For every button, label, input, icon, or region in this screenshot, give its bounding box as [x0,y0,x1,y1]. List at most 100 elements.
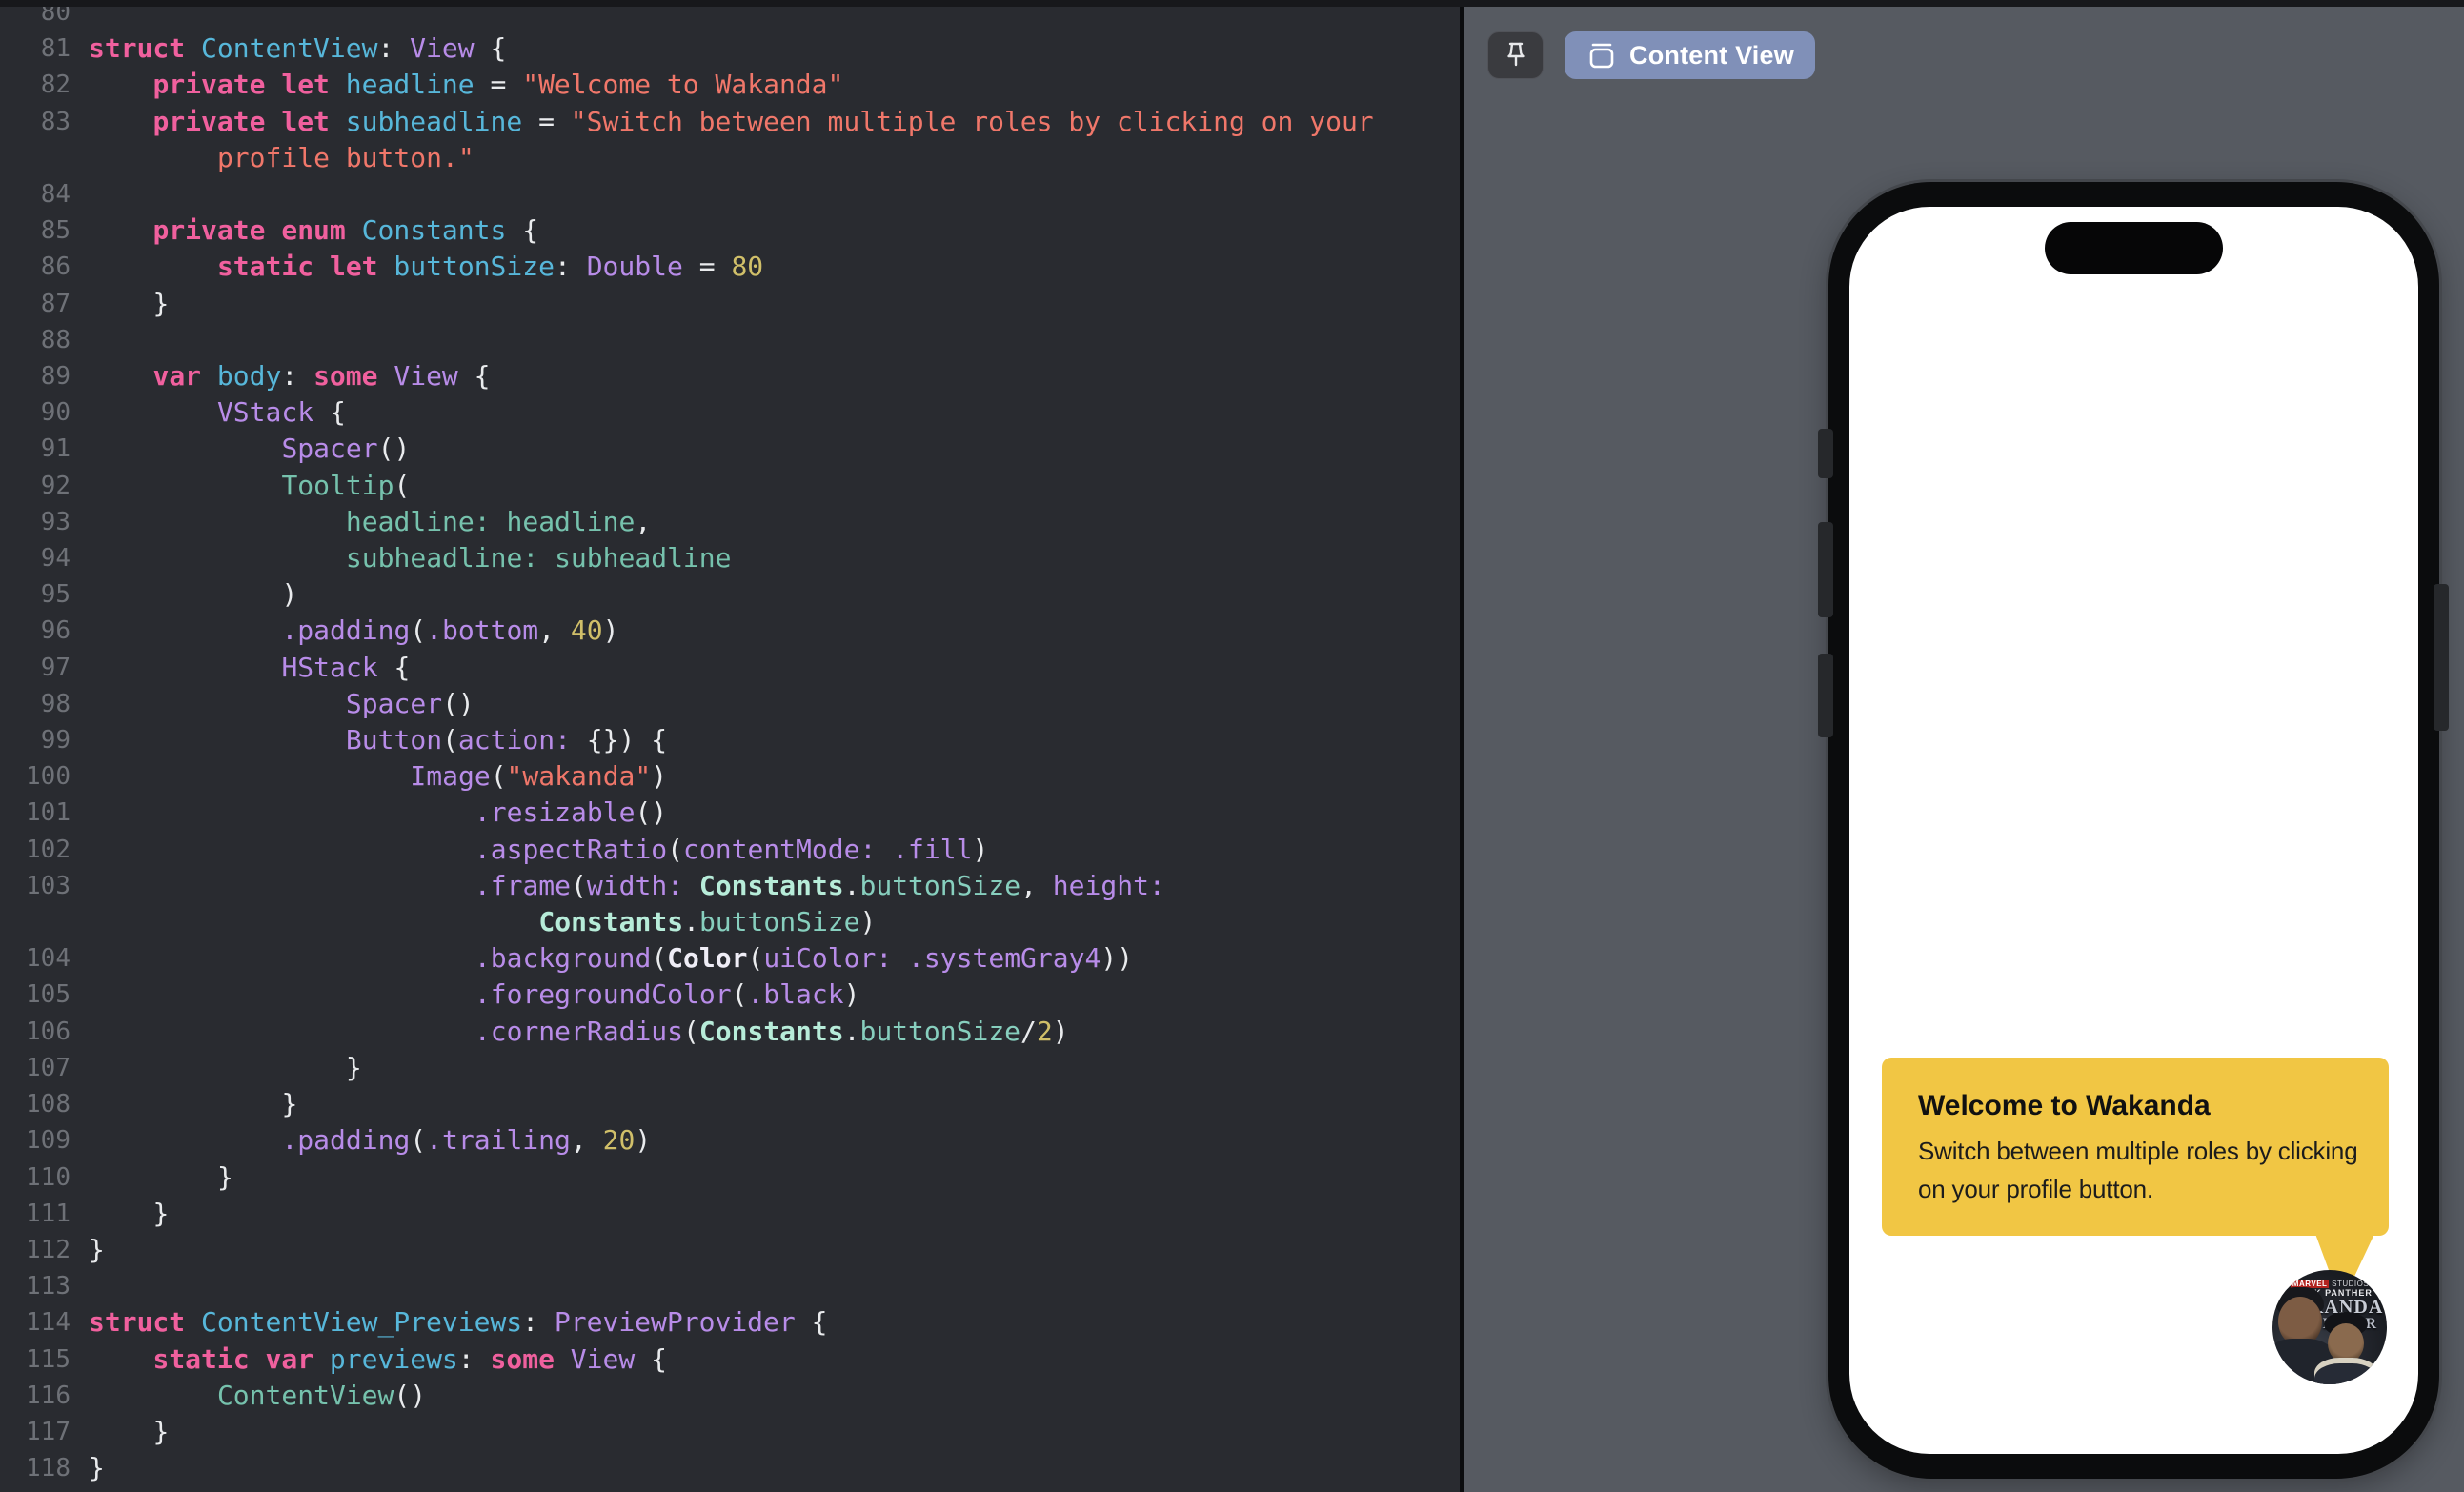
line-number: 93 [40,507,71,536]
line-number [0,140,71,176]
code-line[interactable]: 103 .frame(width: Constants.buttonSize, h… [0,868,1460,904]
code-line[interactable]: Constants.buttonSize) [0,904,1460,940]
line-number: 105 [26,980,71,1010]
action-button [1818,429,1833,478]
line-number: 87 [40,289,71,318]
code-line[interactable]: 82 private let headline = "Welcome to Wak… [0,67,1460,103]
line-number: 99 [40,726,71,756]
code-line[interactable]: 108} [0,1086,1460,1122]
code-line[interactable]: 95) [0,576,1460,613]
line-number: 110 [26,1162,71,1192]
code-line[interactable]: 115 static var previews: some View { [0,1341,1460,1378]
line-number: 111 [26,1199,71,1228]
code-editor[interactable]: 80 81 struct ContentView: View {82 private … [0,0,1460,1492]
line-number: 95 [40,580,71,610]
line-number: 104 [26,944,71,974]
code-line[interactable]: 113 [0,1268,1460,1304]
pushpin-icon [1500,39,1532,71]
code-line[interactable]: 116 ContentView() [0,1378,1460,1414]
line-number: 97 [40,653,71,682]
code-line[interactable]: 96 .padding(.bottom, 40) [0,613,1460,649]
line-number: 112 [26,1235,71,1264]
person-two-jacket [2314,1358,2377,1384]
code-line[interactable]: 86 static let buttonSize: Double = 80 [0,249,1460,285]
tooltip-title: Welcome to Wakanda [1918,1090,2211,1121]
line-number: 92 [40,471,71,500]
code-line[interactable]: 99 Button(action: {}) { [0,722,1460,758]
line-number: 108 [26,1090,71,1119]
line-number: 90 [40,398,71,428]
code-line[interactable]: 106 .cornerRadius(Constants.buttonSize/2) [0,1014,1460,1050]
code-line[interactable]: 83 private let subheadline = "Switch betw… [0,104,1460,140]
code-line[interactable]: 84 [0,176,1460,212]
code-line[interactable]: 87} [0,286,1460,322]
line-number: 89 [40,362,71,392]
line-number: 116 [26,1381,71,1410]
window-top-edge [0,0,2464,7]
line-number: 82 [40,71,71,100]
phone-screen: Welcome to Wakanda Switch between multip… [1849,207,2418,1454]
pin-preview-button[interactable] [1487,31,1544,79]
line-number: 114 [26,1308,71,1338]
line-number: 118 [26,1454,71,1483]
code-line[interactable]: 110} [0,1159,1460,1196]
code-line[interactable]: 90 VStack { [0,394,1460,431]
code-line[interactable]: 101 .resizable() [0,795,1460,831]
line-number: 84 [40,180,71,210]
line-number: 107 [26,1053,71,1082]
line-number: 113 [26,1272,71,1301]
code-line[interactable]: 91 Spacer() [0,431,1460,467]
code-line[interactable]: profile button." [0,140,1460,176]
line-number: 103 [26,871,71,900]
code-line[interactable]: 114 struct ContentView_Previews: PreviewP… [0,1304,1460,1341]
line-number: 100 [26,762,71,792]
code-line[interactable]: 102 .aspectRatio(contentMode: .fill) [0,832,1460,868]
code-line[interactable]: 93 headline: headline, [0,504,1460,540]
code-line[interactable]: 117} [0,1414,1460,1450]
code-line[interactable]: 92 Tooltip( [0,468,1460,504]
content-view-preview-button[interactable]: Content View [1565,31,1815,79]
code-line[interactable]: 98 Spacer() [0,686,1460,722]
line-number: 101 [26,798,71,828]
tooltip-body: Switch between multiple roles by clickin… [1918,1137,2358,1203]
code-line[interactable]: 107} [0,1050,1460,1086]
line-number: 117 [26,1417,71,1446]
code-line[interactable]: 111} [0,1196,1460,1232]
code-line[interactable]: 88 [0,322,1460,358]
code-line[interactable]: 109 .padding(.trailing, 20) [0,1122,1460,1159]
tooltip-bubble: Welcome to Wakanda Switch between multip… [1882,1058,2389,1236]
line-number: 85 [40,216,71,246]
line-number [0,904,71,940]
line-number: 81 [40,34,71,64]
dynamic-island [2045,222,2223,274]
line-number: 106 [26,1017,71,1046]
code-line[interactable]: 100 Image("wakanda") [0,758,1460,795]
code-line[interactable]: 112} [0,1232,1460,1268]
preview-canvas: Content View Welcome to Wakanda Switch b… [1464,0,2464,1492]
line-number: 98 [40,689,71,718]
code-line[interactable]: 105 .foregroundColor(.black) [0,977,1460,1013]
code-line[interactable]: 81 struct ContentView: View { [0,30,1460,67]
line-number: 86 [40,252,71,282]
code-line[interactable]: 94 subheadline: subheadline [0,540,1460,576]
code-line[interactable]: 104 .background(Color(uiColor: .systemGra… [0,940,1460,977]
line-number: 109 [26,1126,71,1156]
line-number: 88 [40,325,71,354]
line-number: 102 [26,835,71,864]
volume-up-button [1818,522,1833,617]
preview-button-label: Content View [1629,40,1794,70]
view-container-icon [1585,39,1618,71]
code-rows: 80 81 struct ContentView: View {82 private … [0,0,1460,1486]
line-number: 83 [40,107,71,136]
line-number: 91 [40,434,71,464]
line-number: 96 [40,616,71,646]
volume-down-button [1818,654,1833,737]
code-line[interactable]: 118} [0,1450,1460,1486]
power-button [2434,584,2449,731]
code-line[interactable]: 85 private enum Constants { [0,212,1460,249]
code-line[interactable]: 97 HStack { [0,650,1460,686]
profile-avatar-button[interactable]: MARVEL STUDIOS BLACK PANTHER WAKANDA FOR… [2272,1270,2387,1384]
code-line[interactable]: 89 var body: some View { [0,358,1460,394]
line-number: 94 [40,544,71,574]
iphone-preview-device: Welcome to Wakanda Switch between multip… [1818,182,2449,1479]
